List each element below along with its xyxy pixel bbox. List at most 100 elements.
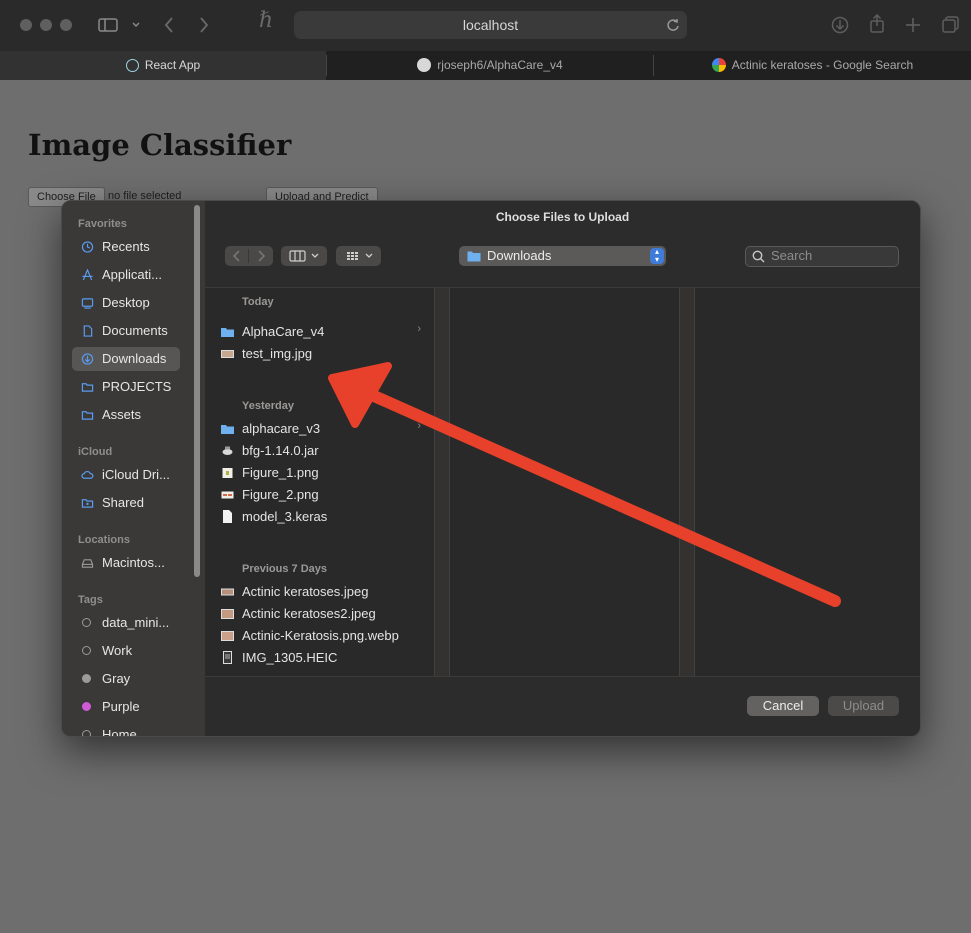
grid-icon xyxy=(347,252,373,260)
tag-dot-icon xyxy=(82,674,91,683)
favorites-header: Favorites xyxy=(78,218,127,230)
columns-icon xyxy=(289,250,319,262)
dialog-title: Choose Files to Upload xyxy=(495,210,630,224)
file-item-alphacare-v3[interactable]: alphacare_v3 › xyxy=(221,419,421,439)
tag-dot-icon xyxy=(82,730,91,736)
location-popup[interactable]: Downloads ▴ ▾ xyxy=(459,246,666,266)
tab-github[interactable]: rjoseph6/AlphaCare_v4 xyxy=(327,51,653,80)
sidebar-item-desktop[interactable]: Desktop xyxy=(72,291,180,315)
sidebar-item-shared[interactable]: Shared xyxy=(72,491,180,515)
file-item-figure-2[interactable]: Figure_2.png xyxy=(221,485,421,505)
google-icon xyxy=(711,58,726,72)
tag-dot-icon xyxy=(82,646,91,655)
file-item-actinic-keratoses[interactable]: Actinic keratoses.jpeg xyxy=(221,582,421,602)
group-view-button[interactable] xyxy=(336,246,381,266)
column-resizer[interactable] xyxy=(434,288,450,676)
clock-icon xyxy=(81,241,94,253)
react-icon xyxy=(125,59,139,72)
sidebar-item-macintosh-hd[interactable]: Macintos... xyxy=(72,551,180,575)
tags-header: Tags xyxy=(78,594,103,606)
reload-icon[interactable] xyxy=(665,17,681,38)
address-bar[interactable]: localhost xyxy=(294,11,687,39)
file-item-actinic-keratoses2[interactable]: Actinic keratoses2.jpeg xyxy=(221,604,421,624)
file-item-alphacare-v4[interactable]: AlphaCare_v4 › xyxy=(221,322,421,342)
sidebar-item-tag-home[interactable]: Home xyxy=(72,723,180,736)
image-file-icon xyxy=(221,631,234,641)
cancel-button[interactable]: Cancel xyxy=(747,696,819,716)
chevron-up-down-icon: ▴ ▾ xyxy=(650,248,664,264)
folder-icon xyxy=(221,328,234,337)
tab-label: React App xyxy=(144,58,201,72)
sidebar-item-assets[interactable]: Assets xyxy=(72,403,180,427)
tab-bar: React App rjoseph6/AlphaCare_v4 Actinic … xyxy=(0,51,971,81)
share-icon[interactable] xyxy=(868,13,886,39)
tab-google-search[interactable]: Actinic keratoses - Google Search xyxy=(654,51,971,80)
download-icon[interactable] xyxy=(831,16,849,39)
file-item-bfg-jar[interactable]: bfg-1.14.0.jar xyxy=(221,441,421,461)
image-file-icon xyxy=(221,350,234,358)
file-item-test-img[interactable]: test_img.jpg xyxy=(221,344,421,364)
minimize-window-button[interactable] xyxy=(40,19,52,31)
sidebar-item-tag-work[interactable]: Work xyxy=(72,639,180,663)
tab-label: rjoseph6/AlphaCare_v4 xyxy=(437,58,563,72)
file-item-model-3[interactable]: model_3.keras xyxy=(221,507,421,527)
extension-icon[interactable]: ℏ xyxy=(259,10,273,32)
dialog-sidebar: Favorites Recents Applicati... Desktop D… xyxy=(62,201,205,736)
column-resizer[interactable] xyxy=(679,288,695,676)
sidebar-item-downloads[interactable]: Downloads xyxy=(72,347,180,371)
file-item-figure-1[interactable]: Figure_1.png xyxy=(221,463,421,483)
forward-button[interactable] xyxy=(249,246,273,266)
search-field[interactable]: Search xyxy=(745,246,899,267)
chevron-down-icon[interactable] xyxy=(131,17,141,37)
search-placeholder: Search xyxy=(771,248,813,263)
sidebar-item-tag-gray[interactable]: Gray xyxy=(72,667,180,691)
chevron-right-icon: › xyxy=(417,420,421,432)
shared-folder-icon xyxy=(81,499,94,508)
file-dialog: Favorites Recents Applicati... Desktop D… xyxy=(61,200,921,737)
tag-dot-icon xyxy=(82,702,91,711)
file-item-img-1305[interactable]: IMG_1305.HEIC xyxy=(221,648,421,668)
tab-react-app[interactable]: React App xyxy=(0,51,326,80)
desktop-icon xyxy=(81,298,94,309)
image-file-icon xyxy=(221,588,234,596)
address-text: localhost xyxy=(462,17,519,33)
tab-label: Actinic keratoses - Google Search xyxy=(731,58,914,72)
image-file-icon xyxy=(223,651,232,664)
page-title: Image Classifier xyxy=(28,128,292,162)
downloads-icon xyxy=(81,353,94,365)
group-header-today: Today xyxy=(242,296,274,308)
sidebar-toggle-icon[interactable] xyxy=(98,17,118,37)
new-tab-icon[interactable] xyxy=(904,16,922,39)
forward-icon[interactable] xyxy=(198,16,210,38)
cloud-icon xyxy=(81,470,94,479)
sidebar-item-tag-data-mining[interactable]: data_mini... xyxy=(72,611,180,635)
file-browser: Today AlphaCare_v4 › test_img.jpg Yester… xyxy=(205,287,920,677)
sidebar-item-documents[interactable]: Documents xyxy=(72,319,180,343)
sidebar-item-recents[interactable]: Recents xyxy=(72,235,180,259)
sidebar-scrollbar[interactable] xyxy=(194,205,200,577)
group-header-previous-7-days: Previous 7 Days xyxy=(242,563,327,575)
tag-dot-icon xyxy=(82,618,91,627)
tab-overview-icon[interactable] xyxy=(941,15,961,40)
disk-icon xyxy=(81,559,94,568)
folder-icon xyxy=(81,383,94,392)
folder-icon xyxy=(81,411,94,420)
sidebar-item-icloud-drive[interactable]: iCloud Dri... xyxy=(72,463,180,487)
column-view-button[interactable] xyxy=(281,246,327,266)
close-window-button[interactable] xyxy=(20,19,32,31)
file-item-actinic-keratosis-webp[interactable]: Actinic-Keratosis.png.webp xyxy=(221,626,421,646)
sidebar-item-projects[interactable]: PROJECTS xyxy=(72,375,180,399)
zoom-window-button[interactable] xyxy=(60,19,72,31)
sidebar-item-tag-purple[interactable]: Purple xyxy=(72,695,180,719)
sidebar-item-applications[interactable]: Applicati... xyxy=(72,263,180,287)
chevron-right-icon: › xyxy=(417,323,421,335)
upload-button[interactable]: Upload xyxy=(828,696,899,716)
back-button[interactable] xyxy=(225,246,249,266)
back-icon[interactable] xyxy=(163,16,175,38)
github-icon xyxy=(417,58,432,72)
file-column: Today AlphaCare_v4 › test_img.jpg Yester… xyxy=(205,288,434,676)
icloud-header: iCloud xyxy=(78,446,113,458)
nav-back-forward xyxy=(225,246,273,266)
folder-icon xyxy=(221,425,234,434)
image-file-icon xyxy=(221,609,234,619)
